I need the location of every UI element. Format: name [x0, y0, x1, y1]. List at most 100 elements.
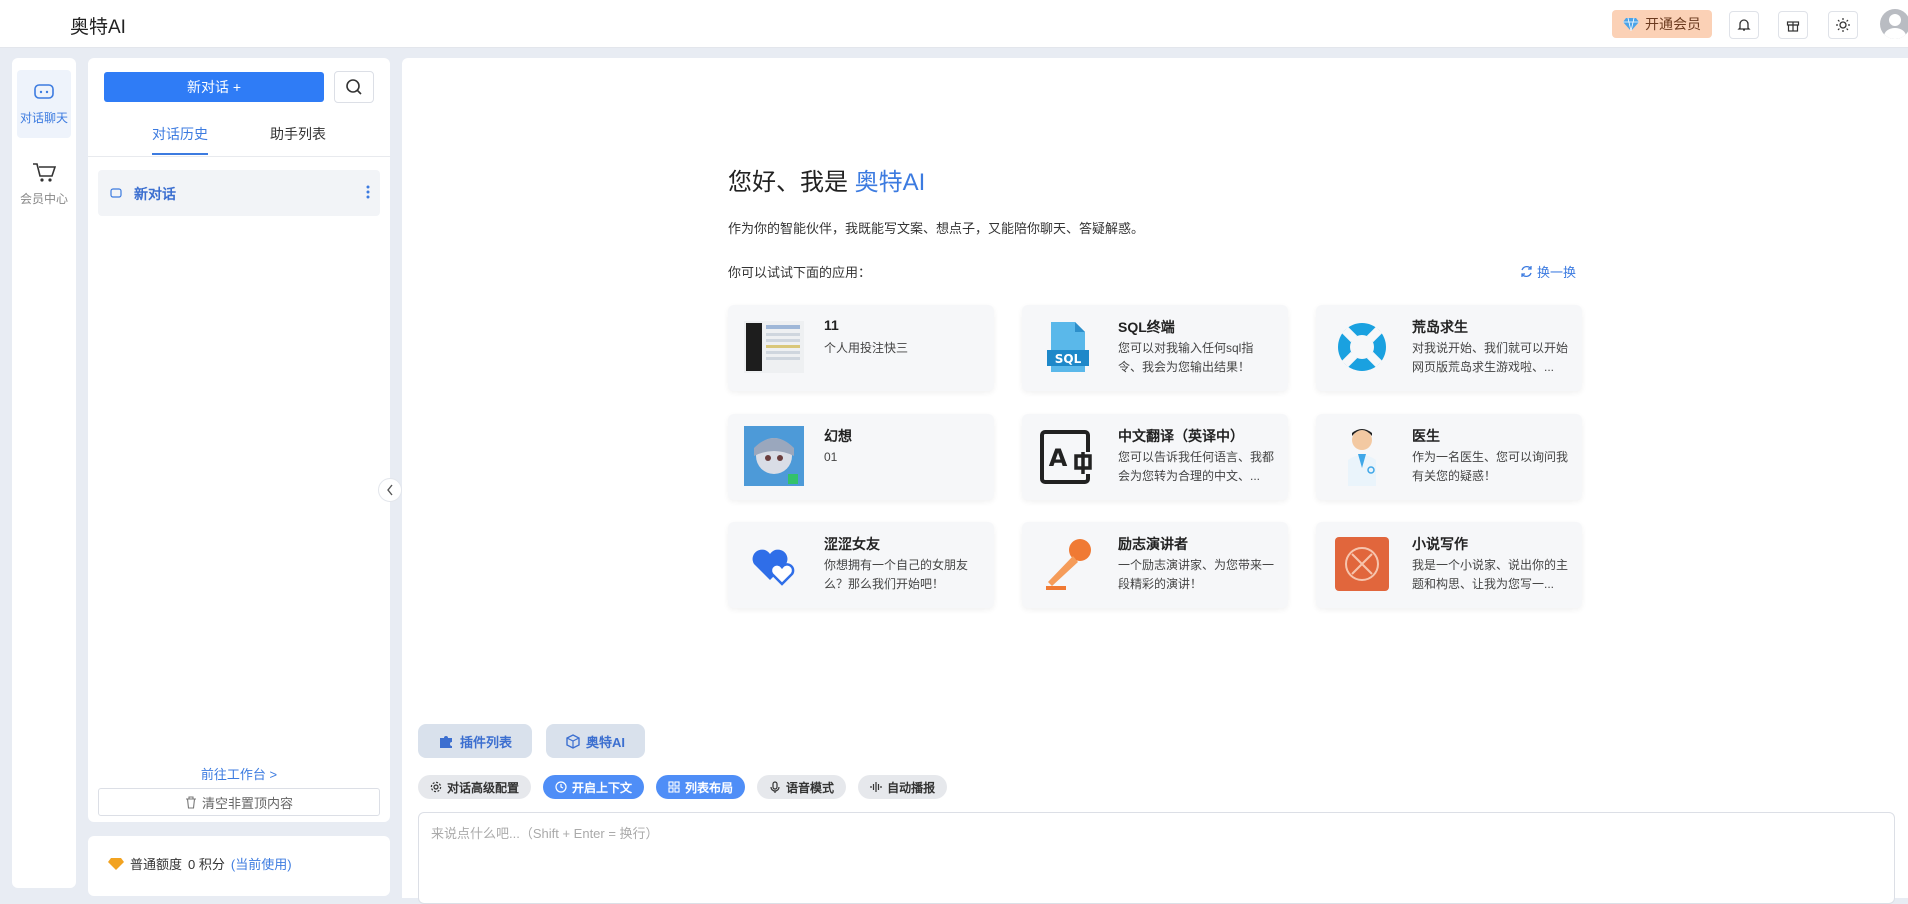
svg-text:A: A [1049, 444, 1068, 472]
grid-icon [668, 781, 680, 793]
microphone-icon [1038, 534, 1098, 594]
history-item[interactable]: 新对话 [98, 170, 380, 216]
tab-history[interactable]: 对话历史 [152, 124, 208, 144]
app-card[interactable]: 小说写作 我是一个小说家、说出你的主题和构思、让我为您写一... [1316, 522, 1582, 608]
notification-button[interactable] [1729, 11, 1759, 39]
plugin-list-label: 插件列表 [460, 734, 513, 750]
app-card[interactable]: 医生 作为一名医生、您可以询问我有关您的疑惑！ [1316, 414, 1582, 500]
context-toggle[interactable]: 开启上下文 [543, 775, 645, 799]
app-card-title: 11 [824, 317, 839, 333]
more-vertical-icon[interactable] [366, 184, 370, 200]
diamond-icon [1623, 17, 1639, 31]
app-card-title: 荒岛求生 [1412, 319, 1468, 335]
plugin-list-button[interactable]: 插件列表 [418, 724, 533, 758]
bell-icon [1737, 19, 1751, 31]
option-label: 列表布局 [685, 780, 734, 795]
rail-item-label: 会员中心 [19, 191, 68, 206]
anime-avatar-image [744, 426, 804, 486]
chevron-left-icon [387, 484, 393, 496]
quota-current: (当前使用) [230, 857, 292, 872]
message-input-placeholder: 来说点什么吧...（Shift + Enter = 换行） [431, 826, 659, 841]
refresh-icon [1521, 265, 1532, 278]
vip-button[interactable]: 开通会员 [1612, 10, 1712, 38]
clear-history-button[interactable]: 清空非置顶内容 [98, 788, 380, 816]
app-card-desc: 您可以对我输入任何sql指令、我会为您输出结果！ [1118, 341, 1254, 374]
sql-file-icon: SQL [1038, 317, 1098, 377]
svg-text:SQL: SQL [1055, 352, 1082, 366]
app-card-title: 小说写作 [1412, 536, 1468, 552]
gift-button[interactable] [1778, 11, 1808, 39]
app-card[interactable]: 励志演讲者 一个励志演讲家、为您带来一段精彩的演讲！ [1022, 522, 1288, 608]
list-layout-toggle[interactable]: 列表布局 [656, 775, 746, 799]
lifebuoy-icon [1332, 317, 1392, 377]
translate-icon: A [1038, 426, 1098, 486]
chat-icon [110, 188, 122, 198]
app-card-desc: 您可以告诉我任何语言、我都会为您转为合理的中文、... [1118, 450, 1274, 483]
app-card-title: 涩涩女友 [824, 536, 880, 552]
app-card-title: 励志演讲者 [1118, 536, 1188, 552]
rail-item-label: 对话聊天 [19, 110, 68, 125]
app-thumbnail [744, 317, 804, 377]
auto-read-toggle[interactable]: 自动播报 [858, 775, 948, 799]
user-avatar[interactable] [1880, 9, 1908, 39]
message-input[interactable]: 来说点什么吧...（Shift + Enter = 换行） [418, 812, 1895, 904]
microphone-icon [770, 780, 780, 793]
trash-icon [185, 795, 196, 809]
rail-item-member[interactable]: 会员中心 [17, 150, 71, 218]
cart-icon [33, 162, 56, 182]
app-card-desc: 你想拥有一个自己的女朋友么？那么我们开始吧！ [824, 558, 969, 591]
tab-underline [152, 153, 208, 155]
rail-item-chat[interactable]: 对话聊天 [17, 70, 71, 138]
doctor-icon [1332, 426, 1392, 486]
greeting-text: 您好、我是 [728, 169, 848, 196]
greeting: 您好、我是 奥特AI [728, 162, 925, 197]
app-card[interactable]: 涩涩女友 你想拥有一个自己的女朋友么？那么我们开始吧！ [728, 522, 994, 608]
app-card-title: 幻想 [824, 428, 852, 444]
history-item-label: 新对话 [134, 186, 176, 202]
shuffle-label: 换一换 [1537, 265, 1577, 280]
voice-mode-toggle[interactable]: 语音模式 [757, 775, 847, 799]
option-label: 自动播报 [887, 780, 936, 795]
app-card[interactable]: SQL SQL终端 您可以对我输入任何sql指令、我会为您输出结果！ [1022, 305, 1288, 391]
app-card[interactable]: 幻想 01 [728, 414, 994, 500]
chat-options-bar: 对话高级配置 开启上下文 列表布局 语音模式 自动播报 [418, 775, 948, 799]
app-card-title: 中文翻译（英译中） [1118, 428, 1244, 444]
conversation-sidebar: 新对话 + 对话历史 助手列表 新对话 前往工作台 > 清空非置顶内容 [88, 58, 390, 822]
app-card-desc: 我是一个小说家、说出你的主题和构思、让我为您写一... [1412, 558, 1568, 591]
app-card[interactable]: 荒岛求生 对我说开始、我们就可以开始网页版荒岛求生游戏啦、... [1316, 305, 1582, 391]
app-title: 奥特AI [70, 17, 126, 38]
app-card-desc: 一个励志演讲家、为您带来一段精彩的演讲！ [1118, 558, 1274, 591]
advanced-config-toggle[interactable]: 对话高级配置 [418, 775, 532, 799]
clock-icon [555, 781, 567, 793]
quota-panel: 普通额度 0 积分 (当前使用) [88, 836, 390, 896]
goto-workspace-link[interactable]: 前往工作台 > [88, 764, 390, 783]
chat-main: 您好、我是 奥特AI 作为你的智能伙伴，我既能写文案、想点子，又能陪你聊天、答疑… [402, 58, 1908, 904]
top-bar: 奥特AI 开通会员 [0, 0, 1908, 48]
collapse-sidebar-button[interactable] [378, 478, 402, 502]
gear-icon [430, 781, 442, 793]
plugin-bar: 插件列表 奥特AI [418, 724, 646, 758]
app-card[interactable]: 11 个人用投注快三 [728, 305, 994, 391]
greeting-brand: 奥特AI [854, 169, 926, 196]
app-card-title: 医生 [1412, 428, 1440, 444]
vip-label: 开通会员 [1645, 16, 1701, 32]
diamond-icon [108, 858, 124, 870]
nav-rail: 对话聊天 会员中心 [12, 58, 76, 888]
theme-toggle-button[interactable] [1828, 11, 1858, 39]
sound-wave-icon [870, 782, 882, 792]
search-icon [346, 79, 362, 95]
puzzle-icon [440, 736, 452, 748]
option-label: 语音模式 [786, 780, 835, 795]
intro-text: 作为你的智能伙伴，我既能写文案、想点子，又能陪你聊天、答疑解惑。 [728, 221, 1145, 236]
shuffle-button[interactable]: 换一换 [1520, 262, 1576, 281]
new-chat-button[interactable]: 新对话 + [104, 72, 324, 102]
search-button[interactable] [334, 71, 374, 103]
tab-assistants[interactable]: 助手列表 [270, 124, 326, 144]
app-card-desc: 作为一名医生、您可以询问我有关您的疑惑！ [1412, 450, 1568, 483]
quota-label: 普通额度 [130, 857, 183, 872]
model-select-label: 奥特AI [586, 734, 626, 750]
app-card-desc: 01 [824, 450, 838, 464]
app-card[interactable]: A 中文翻译（英译中） 您可以告诉我任何语言、我都会为您转为合理的中文、... [1022, 414, 1288, 500]
model-select-button[interactable]: 奥特AI [546, 724, 646, 758]
divider [88, 156, 390, 157]
